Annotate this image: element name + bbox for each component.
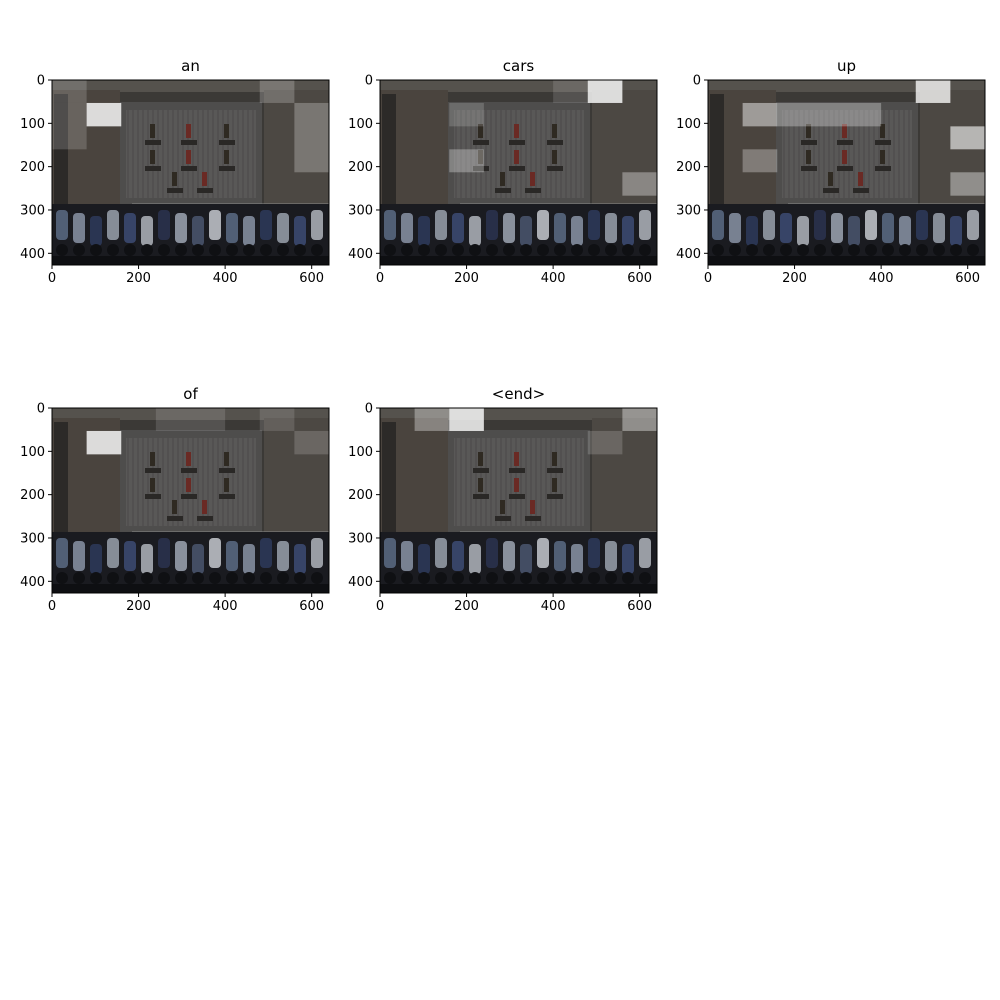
y-tick-label: 200 xyxy=(676,160,701,175)
attention-panel-1: an 0 200 400 600 0 100 200 300 400 xyxy=(20,57,330,286)
attention-cell xyxy=(259,80,295,103)
panel-title: <end> xyxy=(492,385,545,403)
x-tick-label: 400 xyxy=(541,599,566,614)
x-tick-label: 400 xyxy=(541,271,566,286)
x-tick-label: 400 xyxy=(213,271,238,286)
attention-cell xyxy=(777,102,882,127)
attention-panel-5: <end> 0 200 400 600 0 100 200 300 400 xyxy=(348,385,658,614)
panel-title: an xyxy=(181,57,200,75)
y-tick-label: 200 xyxy=(20,160,45,175)
attention-cell xyxy=(587,80,623,103)
y-tick-label: 0 xyxy=(365,402,373,417)
y-tick-label: 200 xyxy=(348,160,373,175)
x-tick-label: 200 xyxy=(126,599,151,614)
y-tick-label: 0 xyxy=(37,74,45,89)
attention-cell xyxy=(587,430,623,455)
y-tick-label: 300 xyxy=(20,531,45,546)
x-tick-label: 200 xyxy=(454,271,479,286)
y-tick-label: 400 xyxy=(20,247,45,262)
y-tick-label: 100 xyxy=(348,117,373,132)
x-tick-label: 600 xyxy=(299,599,324,614)
attention-figure: an 0 200 400 600 0 100 200 300 400 cars 0 200 400 600 0… xyxy=(20,57,986,614)
x-tick-label: 0 xyxy=(48,271,56,286)
x-tick-label: 400 xyxy=(213,599,238,614)
attention-panel-3: up 0 200 400 600 0 100 200 300 400 xyxy=(676,57,986,286)
attention-cell xyxy=(950,172,985,196)
attention-cell xyxy=(294,430,329,455)
attention-cell xyxy=(449,102,484,127)
y-tick-label: 100 xyxy=(348,445,373,460)
attention-cell xyxy=(622,172,657,196)
attention-cell xyxy=(742,102,778,127)
x-tick-label: 200 xyxy=(126,271,151,286)
attention-cell xyxy=(449,149,484,173)
y-tick-label: 0 xyxy=(693,74,701,89)
x-tick-label: 400 xyxy=(869,271,894,286)
x-tick-label: 0 xyxy=(376,599,384,614)
y-tick-label: 100 xyxy=(20,445,45,460)
x-tick-label: 0 xyxy=(48,599,56,614)
photo-image xyxy=(380,80,657,265)
y-tick-label: 100 xyxy=(20,117,45,132)
y-tick-label: 400 xyxy=(676,247,701,262)
x-tick-label: 200 xyxy=(454,599,479,614)
y-tick-label: 200 xyxy=(20,488,45,503)
y-tick-label: 400 xyxy=(348,575,373,590)
attention-panel-4: of 0 200 400 600 0 100 200 300 400 xyxy=(20,385,330,614)
attention-cell xyxy=(52,102,87,150)
attention-cell xyxy=(86,102,122,127)
attention-cell xyxy=(449,408,484,431)
x-tick-label: 600 xyxy=(627,599,652,614)
attention-cell xyxy=(294,102,329,173)
x-tick-label: 200 xyxy=(782,271,807,286)
attention-cell xyxy=(553,80,588,103)
attention-cell xyxy=(414,408,450,431)
attention-cell xyxy=(259,408,295,431)
y-tick-label: 400 xyxy=(348,247,373,262)
attention-cell xyxy=(742,149,778,173)
attention-cell xyxy=(622,408,657,431)
attention-panel-2: cars 0 200 400 600 0 100 200 300 400 xyxy=(348,57,658,286)
y-tick-label: 300 xyxy=(348,203,373,218)
x-tick-label: 0 xyxy=(704,271,712,286)
y-tick-label: 0 xyxy=(365,74,373,89)
x-tick-label: 600 xyxy=(955,271,980,286)
x-tick-label: 600 xyxy=(627,271,652,286)
panel-title: cars xyxy=(503,57,535,75)
x-tick-label: 600 xyxy=(299,271,324,286)
y-tick-label: 300 xyxy=(20,203,45,218)
x-tick-label: 0 xyxy=(376,271,384,286)
y-tick-label: 200 xyxy=(348,488,373,503)
y-tick-label: 300 xyxy=(676,203,701,218)
attention-cell xyxy=(915,80,951,103)
y-tick-label: 0 xyxy=(37,402,45,417)
y-tick-label: 300 xyxy=(348,531,373,546)
attention-cell xyxy=(950,126,985,150)
y-tick-label: 400 xyxy=(20,575,45,590)
panel-title: of xyxy=(183,385,198,403)
attention-cell xyxy=(155,408,226,431)
attention-cell xyxy=(52,80,87,103)
panel-title: up xyxy=(837,57,856,75)
y-tick-label: 100 xyxy=(676,117,701,132)
attention-cell xyxy=(86,430,122,455)
